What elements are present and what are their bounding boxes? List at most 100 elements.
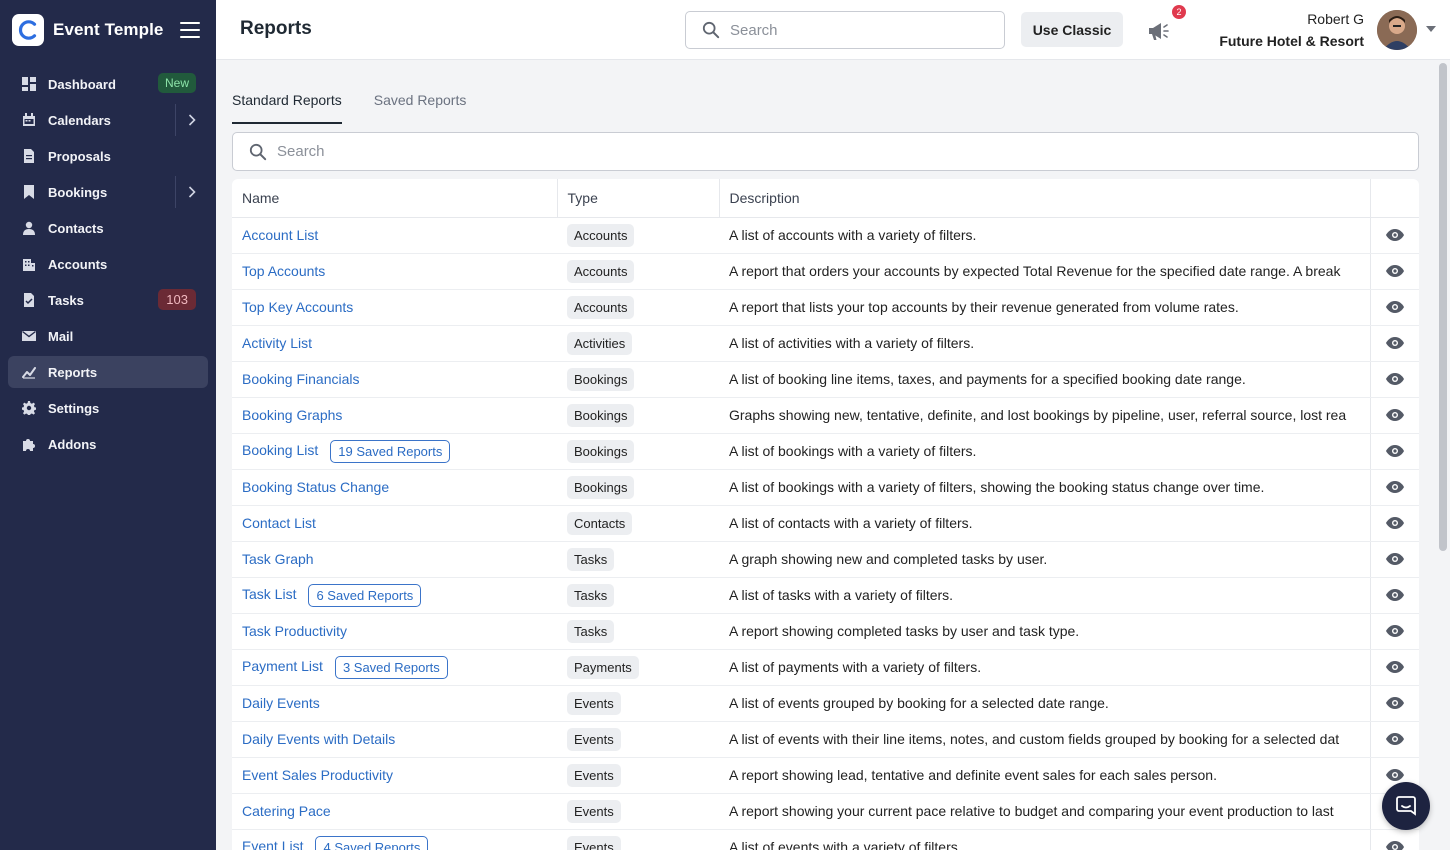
- eye-icon[interactable]: [1385, 261, 1405, 281]
- type-chip: Tasks: [567, 547, 615, 571]
- row-actions: [1369, 613, 1419, 650]
- type-chip: Events: [567, 763, 621, 787]
- eye-icon[interactable]: [1385, 837, 1405, 850]
- report-description: A report that orders your accounts by ex…: [719, 253, 1370, 290]
- eye-icon[interactable]: [1385, 693, 1405, 713]
- sidebar-item-reports[interactable]: Reports: [8, 356, 208, 388]
- avatar[interactable]: [1377, 10, 1417, 50]
- chat-support-button[interactable]: [1382, 782, 1430, 830]
- column-header-type[interactable]: Type: [556, 179, 719, 218]
- report-link[interactable]: Catering Pace: [242, 803, 331, 819]
- sidebar-item-contacts[interactable]: Contacts: [8, 212, 208, 244]
- column-header-description[interactable]: Description: [718, 179, 1370, 218]
- report-link[interactable]: Task List: [242, 586, 296, 602]
- reports-table-container: Name Type Description Account List Accoun…: [232, 179, 1419, 850]
- report-type-cell: Contacts: [557, 505, 719, 542]
- table-row: Task List 6 Saved Reports Tasks A list of t…: [232, 577, 1419, 614]
- row-actions: [1369, 253, 1419, 290]
- use-classic-button[interactable]: Use Classic: [1021, 12, 1123, 47]
- global-search-input[interactable]: [730, 12, 990, 48]
- scrollbar-thumb[interactable]: [1439, 63, 1447, 551]
- reports-search-input[interactable]: [277, 133, 1397, 170]
- table-row: Event Sales Productivity Events A report s…: [232, 757, 1419, 794]
- report-link[interactable]: Task Productivity: [242, 623, 347, 639]
- sidebar-item-label: Addons: [48, 436, 97, 452]
- tab-standard-reports[interactable]: Standard Reports: [232, 88, 342, 124]
- report-link[interactable]: Contact List: [242, 515, 316, 531]
- report-link[interactable]: Event List: [242, 838, 303, 850]
- report-link[interactable]: Daily Events with Details: [242, 731, 395, 747]
- eye-icon[interactable]: [1385, 405, 1405, 425]
- sidebar-item-tasks[interactable]: Tasks 103: [8, 284, 208, 316]
- eye-icon[interactable]: [1385, 549, 1405, 569]
- sidebar-item-mail[interactable]: Mail: [8, 320, 208, 352]
- eye-icon[interactable]: [1385, 477, 1405, 497]
- report-link[interactable]: Booking List: [242, 442, 318, 458]
- report-link[interactable]: Booking Status Change: [242, 479, 389, 495]
- eye-icon[interactable]: [1385, 225, 1405, 245]
- report-type-cell: Bookings: [557, 397, 719, 434]
- report-name-cell: Activity List: [232, 325, 557, 362]
- table-row: Booking Status Change Bookings A list of b…: [232, 469, 1419, 506]
- eye-icon[interactable]: [1385, 333, 1405, 353]
- reports-table: Name Type Description Account List Accoun…: [232, 179, 1419, 850]
- table-row: Task Graph Tasks A graph showing new and c…: [232, 541, 1419, 578]
- saved-reports-badge[interactable]: 19 Saved Reports: [330, 439, 451, 463]
- sidebar-item-dashboard[interactable]: Dashboard New: [8, 68, 208, 100]
- sidebar-item-calendars[interactable]: Calendars: [8, 104, 208, 136]
- eye-icon[interactable]: [1385, 513, 1405, 533]
- chevron-right-icon[interactable]: [175, 176, 208, 208]
- report-description: A report showing lead, tentative and def…: [719, 757, 1370, 794]
- sidebar-item-label: Mail: [48, 328, 74, 344]
- column-header-name[interactable]: Name: [232, 179, 557, 218]
- saved-reports-badge[interactable]: 3 Saved Reports: [334, 655, 448, 679]
- saved-reports-badge[interactable]: 4 Saved Reports: [315, 835, 429, 850]
- report-name-cell: Top Key Accounts: [232, 289, 557, 326]
- eye-icon[interactable]: [1385, 729, 1405, 749]
- eye-icon[interactable]: [1385, 297, 1405, 317]
- sidebar-item-label: Calendars: [48, 112, 111, 128]
- report-link[interactable]: Booking Financials: [242, 371, 360, 387]
- eye-icon[interactable]: [1385, 369, 1405, 389]
- report-description: Graphs showing new, tentative, definite,…: [719, 397, 1370, 434]
- menu-toggle-icon[interactable]: [180, 22, 200, 38]
- report-link[interactable]: Activity List: [242, 335, 312, 351]
- sidebar-item-proposals[interactable]: Proposals: [8, 140, 208, 172]
- eye-icon[interactable]: [1385, 441, 1405, 461]
- table-row: Daily Events with Details Events A list of…: [232, 721, 1419, 758]
- report-name-cell: Booking List 19 Saved Reports: [232, 433, 557, 470]
- eye-icon[interactable]: [1385, 621, 1405, 641]
- saved-reports-badge[interactable]: 6 Saved Reports: [308, 583, 422, 607]
- page-scrollbar[interactable]: [1436, 60, 1450, 850]
- user-name[interactable]: Robert G: [1307, 11, 1364, 27]
- report-link[interactable]: Daily Events: [242, 695, 320, 711]
- table-row: Contact List Contacts A list of contacts w…: [232, 505, 1419, 542]
- report-link[interactable]: Top Accounts: [242, 263, 325, 279]
- report-link[interactable]: Top Key Accounts: [242, 299, 353, 315]
- report-description: A list of activities with a variety of f…: [719, 325, 1370, 362]
- report-name-cell: Task Graph: [232, 541, 557, 578]
- chevron-right-icon[interactable]: [175, 104, 208, 136]
- sidebar-item-accounts[interactable]: Accounts: [8, 248, 208, 280]
- sidebar-item-settings[interactable]: Settings: [8, 392, 208, 424]
- organization-name[interactable]: Future Hotel & Resort: [1219, 33, 1364, 49]
- global-search[interactable]: [685, 11, 1005, 49]
- report-link[interactable]: Account List: [242, 227, 318, 243]
- user-menu-chevron-down-icon[interactable]: [1426, 26, 1436, 32]
- sidebar-nav: Dashboard New Calendars Proposals Bookings Co…: [0, 68, 216, 460]
- report-name-cell: Event Sales Productivity: [232, 757, 557, 794]
- reports-search[interactable]: [232, 132, 1419, 171]
- report-link[interactable]: Booking Graphs: [242, 407, 342, 423]
- report-link[interactable]: Payment List: [242, 658, 323, 674]
- eye-icon[interactable]: [1385, 585, 1405, 605]
- announcement-icon[interactable]: [1146, 20, 1170, 42]
- row-actions: [1369, 469, 1419, 506]
- tab-saved-reports[interactable]: Saved Reports: [374, 88, 467, 124]
- table-row: Task Productivity Tasks A report showing c…: [232, 613, 1419, 650]
- report-type-cell: Events: [557, 721, 719, 758]
- sidebar-item-addons[interactable]: Addons: [8, 428, 208, 460]
- sidebar-item-bookings[interactable]: Bookings: [8, 176, 208, 208]
- report-link[interactable]: Event Sales Productivity: [242, 767, 393, 783]
- report-link[interactable]: Task Graph: [242, 551, 314, 567]
- eye-icon[interactable]: [1385, 657, 1405, 677]
